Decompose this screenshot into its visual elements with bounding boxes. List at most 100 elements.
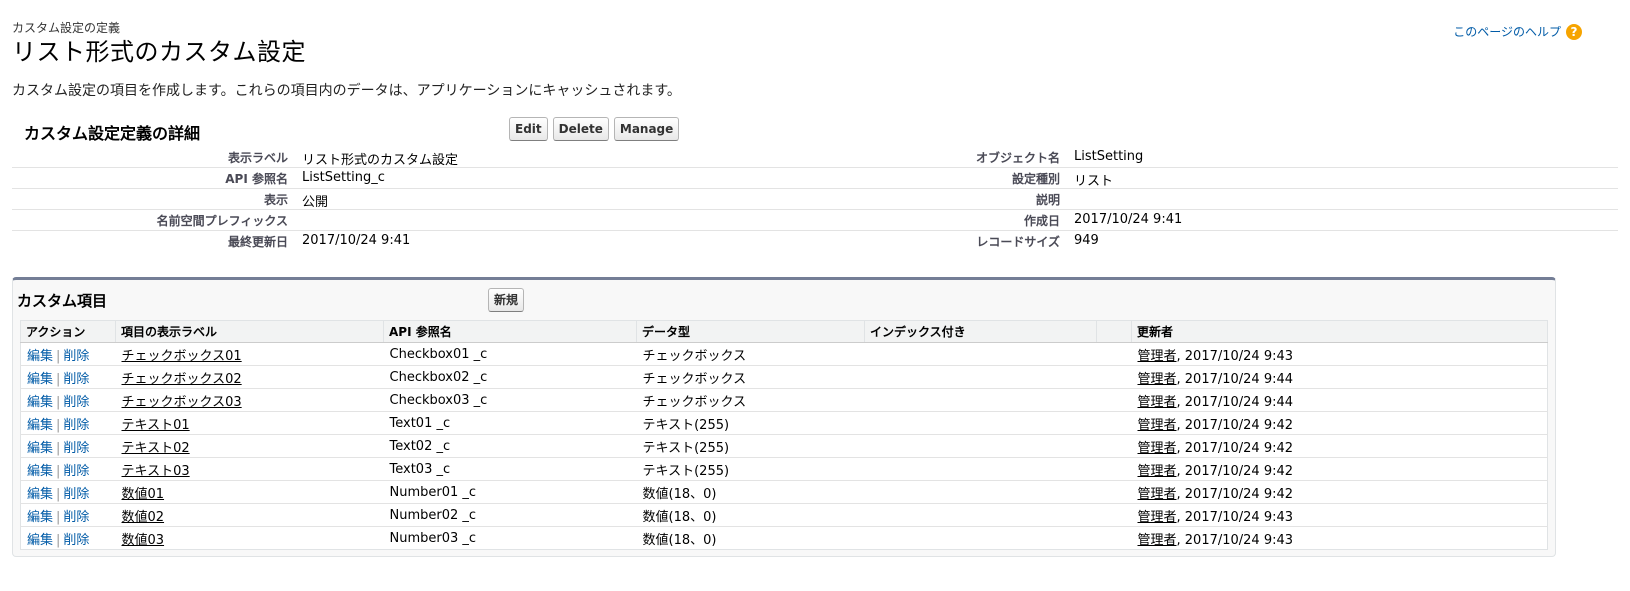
help-link[interactable]: このページのヘルプ ? (1453, 23, 1582, 40)
detail-value: 2017/10/24 9:41 (302, 233, 411, 248)
data-type-cell: 数値(18、0) (642, 532, 717, 548)
edit-link[interactable]: 編集 (27, 510, 53, 525)
edit-button[interactable]: Edit (509, 117, 548, 141)
modified-by-user-link[interactable]: 管理者 (1138, 372, 1177, 387)
column-header-data-type[interactable]: データ型 (636, 320, 865, 343)
detail-label: 設定種別 (1011, 172, 1060, 186)
manage-button[interactable]: Manage (613, 117, 680, 141)
detail-row: API 参照名 ListSetting_c 設定種別 リスト (12, 167, 1618, 189)
data-type-cell: テキスト(255) (636, 434, 865, 458)
field-label-cell: テキスト02 (115, 434, 384, 458)
modified-by-user-link[interactable]: 管理者 (1138, 533, 1177, 548)
data-type-cell: テキスト(255) (636, 457, 865, 481)
field-label-link[interactable]: 数値01 (122, 487, 165, 502)
detail-button-bar: Edit Delete Manage (509, 117, 680, 141)
action-cell: 編集 | 削除 (21, 527, 116, 550)
modified-by-user-link[interactable]: 管理者 (1138, 487, 1177, 502)
modified-by-cell: 管理者, 2017/10/24 9:42 (1131, 434, 1548, 458)
action-separator: | (56, 532, 61, 548)
field-label-link[interactable]: テキスト03 (122, 464, 190, 479)
field-label-cell: チェックボックス01 (115, 342, 384, 366)
indexed-cell (864, 411, 1097, 435)
delete-link[interactable]: 削除 (63, 464, 89, 479)
modified-by-cell: 管理者, 2017/10/24 9:44 (1131, 365, 1548, 389)
field-label-link[interactable]: 数値02 (122, 510, 165, 525)
question-circle-icon[interactable]: ? (1566, 23, 1582, 40)
blank-cell (1096, 457, 1132, 481)
blank-cell (1096, 342, 1132, 366)
field-label-link[interactable]: チェックボックス03 (122, 395, 242, 410)
blank-cell (1096, 365, 1132, 389)
modified-date: , 2017/10/24 9:42 (1176, 463, 1294, 479)
action-cell: 編集 | 削除 (20, 480, 116, 504)
delete-link[interactable]: 削除 (63, 487, 89, 502)
edit-link[interactable]: 編集 (27, 349, 53, 364)
modified-date: , 2017/10/24 9:42 (1176, 440, 1294, 456)
modified-by-user-link[interactable]: 管理者 (1138, 418, 1177, 433)
indexed-cell (864, 342, 1097, 366)
modified-by-cell: 管理者, 2017/10/24 9:43 (1131, 503, 1548, 527)
action-cell: 編集 | 削除 (20, 411, 116, 435)
action-separator: | (56, 348, 61, 364)
edit-link[interactable]: 編集 (27, 441, 53, 456)
delete-link[interactable]: 削除 (63, 372, 89, 387)
column-header-indexed[interactable]: インデックス付き (864, 320, 1097, 343)
edit-link[interactable]: 編集 (27, 418, 53, 433)
blank-cell (1097, 527, 1132, 550)
detail-value: リスト (1074, 174, 1114, 189)
edit-link[interactable]: 編集 (27, 487, 53, 502)
edit-link[interactable]: 編集 (27, 372, 53, 387)
field-label-cell: 数値03 (116, 527, 384, 550)
detail-value: ListSetting (1074, 149, 1144, 164)
custom-fields-title: カスタム項目 (17, 292, 108, 310)
edit-link[interactable]: 編集 (27, 464, 53, 479)
modified-by-user-link[interactable]: 管理者 (1138, 441, 1177, 456)
field-label-link[interactable]: テキスト02 (122, 441, 190, 456)
modified-date: , 2017/10/24 9:43 (1176, 509, 1294, 525)
help-link-label[interactable]: このページのヘルプ (1453, 23, 1561, 40)
modified-by-user-link[interactable]: 管理者 (1138, 349, 1177, 364)
delete-link[interactable]: 削除 (63, 349, 89, 364)
indexed-cell (864, 457, 1097, 481)
edit-link[interactable]: 編集 (27, 533, 53, 548)
field-label-link[interactable]: 数値03 (122, 533, 165, 548)
delete-link[interactable]: 削除 (63, 510, 89, 525)
data-type-cell: 数値(18、0) (636, 480, 865, 504)
delete-link[interactable]: 削除 (63, 418, 89, 433)
detail-value: 949 (1074, 233, 1099, 248)
detail-label: 説明 (1035, 193, 1060, 207)
indexed-cell (865, 527, 1097, 550)
action-separator: | (56, 463, 61, 479)
modified-by-user-link[interactable]: 管理者 (1138, 510, 1177, 525)
detail-value: 2017/10/24 9:41 (1074, 212, 1183, 227)
delete-link[interactable]: 削除 (63, 533, 89, 548)
column-header-action[interactable]: アクション (20, 320, 116, 343)
delete-button[interactable]: Delete (552, 117, 609, 141)
api-name-cell: Text02 _c (383, 434, 637, 458)
detail-label: 表示 (263, 193, 288, 207)
delete-link[interactable]: 削除 (63, 395, 89, 410)
custom-fields-table: アクション 項目の表示ラベル API 参照名 データ型 インデックス付き 更新者… (20, 320, 1548, 550)
table-row: 編集 | 削除 テキスト02 Text02 _c テキスト(255) 管理者, 20… (20, 434, 1548, 458)
modified-by-cell: 管理者, 2017/10/24 9:42 (1131, 411, 1548, 435)
action-cell: 編集 | 削除 (20, 457, 116, 481)
data-type-cell: テキスト(255) (636, 411, 865, 435)
edit-link[interactable]: 編集 (27, 395, 53, 410)
modified-by-user-link[interactable]: 管理者 (1138, 395, 1177, 410)
field-label-link[interactable]: チェックボックス01 (122, 349, 242, 364)
blank-cell (1096, 434, 1132, 458)
new-field-button[interactable]: 新規 (488, 288, 525, 312)
page-title: リスト形式のカスタム設定 (12, 38, 306, 66)
action-separator: | (56, 371, 61, 387)
field-label-cell: 数値02 (115, 503, 384, 527)
column-header-modified-by[interactable]: 更新者 (1131, 320, 1548, 343)
column-header-label[interactable]: 項目の表示ラベル (115, 320, 384, 343)
detail-label: 作成日 (1023, 214, 1060, 228)
modified-date: , 2017/10/24 9:44 (1176, 394, 1294, 410)
field-label-link[interactable]: チェックボックス02 (122, 372, 242, 387)
blank-cell (1096, 388, 1132, 412)
column-header-api-name[interactable]: API 参照名 (383, 320, 637, 343)
modified-by-user-link[interactable]: 管理者 (1138, 464, 1177, 479)
field-label-link[interactable]: テキスト01 (122, 418, 190, 433)
delete-link[interactable]: 削除 (63, 441, 89, 456)
